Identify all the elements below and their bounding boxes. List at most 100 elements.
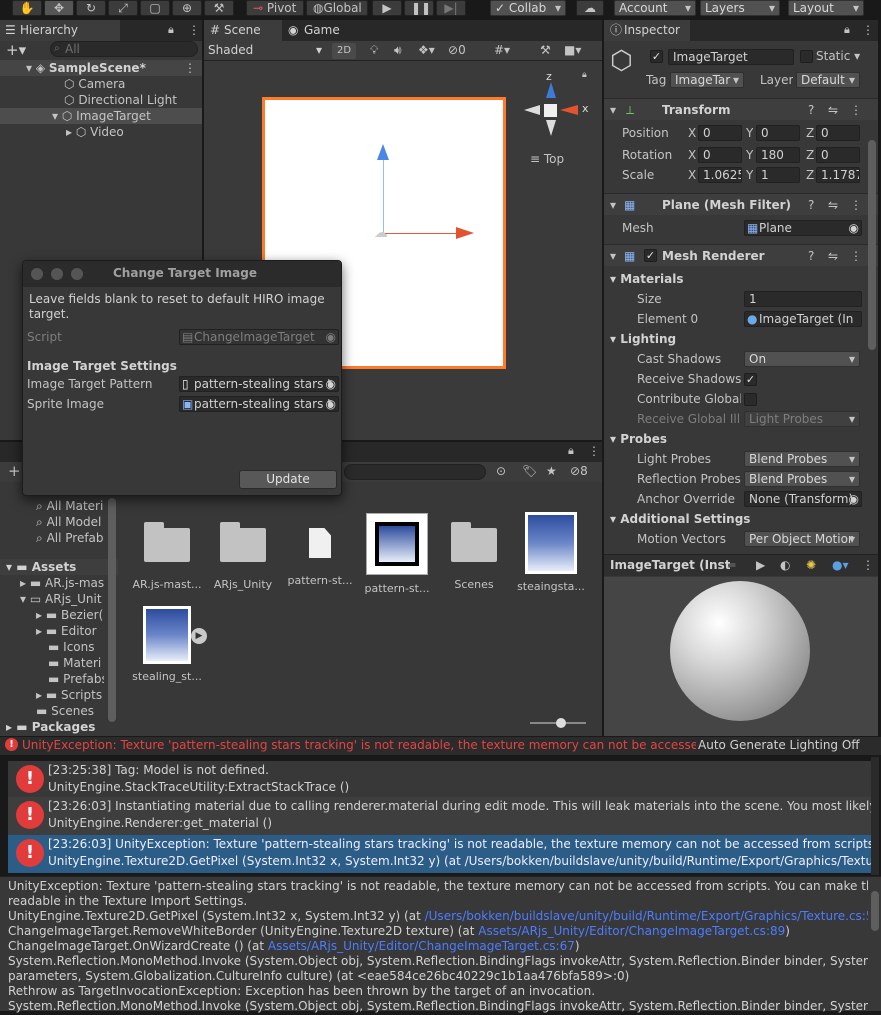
object-picker-icon[interactable]: ◉	[326, 377, 336, 391]
preview-light-icon[interactable]: ◐	[780, 558, 790, 572]
minimize-window-button[interactable]	[51, 268, 63, 280]
rotation-y-field[interactable]: 180	[756, 147, 800, 163]
move-tool-button[interactable]: ✥	[44, 0, 74, 16]
lighting-status[interactable]: Auto Generate Lighting Off	[698, 738, 860, 752]
tree-item[interactable]: ▾ ▭ ARjs_Unit	[0, 591, 104, 607]
menu-icon[interactable]: ⋮	[188, 23, 200, 37]
static-label[interactable]: Static ▾	[816, 49, 860, 63]
hierarchy-item-camera[interactable]: ⬡ Camera	[0, 76, 202, 92]
lighting-foldout[interactable]: ▾ Lighting	[610, 332, 676, 346]
object-name-field[interactable]: ImageTarget	[668, 49, 794, 65]
scale-x-field[interactable]: 1.0625	[698, 167, 742, 183]
status-error-message[interactable]: UnityException: Texture 'pattern-stealin…	[22, 738, 696, 752]
tab-hierarchy[interactable]: ☰ Hierarchy	[0, 20, 120, 41]
object-picker-icon[interactable]: ◉	[849, 221, 859, 235]
rect-tool-button[interactable]: ▢	[140, 0, 170, 16]
help-icon[interactable]: ?	[808, 194, 814, 216]
console-entry-selected[interactable]: ! [23:26:03] UnityException: Texture 'pa…	[8, 835, 873, 873]
asset-folder[interactable]: ARjs_Unity	[208, 520, 278, 591]
preset-icon[interactable]: ⇋	[828, 245, 838, 267]
thumbnail-size-slider[interactable]	[530, 718, 586, 728]
custom-tool-button[interactable]: ⚒	[204, 0, 234, 16]
tree-item[interactable]: ▸ ▬ Editor	[0, 623, 104, 639]
maximize-window-button[interactable]	[71, 268, 83, 280]
favorites-item[interactable]: ⌕ All Prefab	[0, 530, 118, 546]
stacktrace-link[interactable]: Assets/ARjs_Unity/Editor/ChangeImageTarg…	[268, 939, 575, 953]
menu-icon[interactable]: ⋮	[588, 444, 600, 458]
update-button[interactable]: Update	[239, 470, 337, 489]
preset-icon[interactable]: ⇋	[828, 194, 838, 216]
tree-item[interactable]: ▬ Prefabs	[0, 671, 104, 687]
project-search-input[interactable]	[344, 464, 486, 480]
orientation-gizmo[interactable]: z x 🔒︎	[522, 70, 592, 150]
preview-sphere-icon[interactable]: ●▾	[832, 558, 849, 572]
favorites-item[interactable]: ⌕ All Model	[0, 514, 118, 530]
y-axis-arrow-icon[interactable]	[377, 144, 389, 160]
slider-knob[interactable]	[556, 718, 566, 728]
tab-inspector[interactable]: ⓘ Inspector	[604, 20, 690, 41]
lock-icon[interactable]: 🔒︎	[168, 23, 174, 37]
transform-tool-button[interactable]: ⊕	[172, 0, 202, 16]
hidden-packages-icon[interactable]: ⊘8	[570, 464, 588, 478]
dialog-titlebar[interactable]: Change Target Image	[23, 261, 341, 287]
mesh-renderer-header[interactable]: ▾ ▦ ✓ Mesh Renderer ? ⇋ ⋮	[604, 244, 878, 266]
hand-tool-button[interactable]: ✋	[12, 0, 42, 16]
expand-sprite-button[interactable]: ▶	[191, 628, 207, 644]
receive-shadows-checkbox[interactable]: ✓	[744, 373, 757, 386]
tree-item[interactable]: ▬ Materi	[0, 655, 104, 671]
object-picker-icon[interactable]: ◉	[326, 397, 336, 411]
audio-toggle-icon[interactable]: 🔊︎	[394, 43, 402, 58]
tab-game[interactable]: ◉ Game	[284, 20, 354, 41]
help-icon[interactable]: ?	[808, 99, 814, 121]
additional-settings-foldout[interactable]: ▾ Additional Settings	[610, 512, 750, 526]
asset-folder[interactable]: AR.js-mast...	[132, 520, 202, 591]
preview-play-icon[interactable]: ▶	[756, 558, 765, 572]
rotate-tool-button[interactable]: ↻	[76, 0, 106, 16]
scale-y-field[interactable]: 1	[756, 167, 800, 183]
grid-toggle-icon[interactable]: #▾	[494, 43, 510, 57]
camera-dropdown-icon[interactable]: ■▾	[564, 43, 581, 57]
preview-drag-handle[interactable]: ═	[728, 558, 735, 572]
favorite-star-icon[interactable]: ★	[546, 464, 557, 478]
mesh-renderer-enabled-checkbox[interactable]: ✓	[644, 249, 657, 262]
element0-field[interactable]: ● ImageTarget (In	[744, 311, 862, 327]
collab-dropdown[interactable]: ✓ Collab	[490, 0, 566, 16]
tree-item[interactable]: ▬ Icons	[0, 639, 104, 655]
position-z-field[interactable]: 0	[816, 125, 860, 141]
search-by-type-icon[interactable]: ⊙	[496, 464, 506, 478]
global-toggle[interactable]: ◍Global	[306, 0, 368, 16]
step-button[interactable]: ▶|	[436, 0, 466, 16]
help-icon[interactable]: ?	[808, 245, 814, 267]
status-bar[interactable]: ! UnityException: Texture 'pattern-steal…	[0, 737, 881, 755]
tree-item[interactable]: ▸ ▬ AR.js-mas	[0, 575, 104, 591]
tab-scene[interactable]: # Scene	[204, 20, 282, 41]
hierarchy-item-directional-light[interactable]: ⬡ Directional Light	[0, 92, 202, 108]
position-x-field[interactable]: 0	[698, 125, 742, 141]
label-tag-icon[interactable]: 🏷︎	[522, 464, 537, 478]
asset-texture-selected[interactable]: pattern-st...	[362, 512, 432, 595]
project-add-button[interactable]: +	[8, 462, 21, 480]
menu-icon[interactable]: ⋮	[862, 23, 874, 37]
asset-file[interactable]: pattern-st...	[285, 520, 355, 587]
component-menu-icon[interactable]: ⋮	[850, 99, 862, 121]
preset-icon[interactable]: ⇋	[828, 99, 838, 121]
material-preview-sphere[interactable]	[670, 581, 810, 721]
play-button[interactable]: ▶	[372, 0, 402, 16]
2d-toggle[interactable]: 2D	[332, 43, 356, 59]
account-dropdown[interactable]: Account	[614, 0, 696, 16]
rotation-x-field[interactable]: 0	[698, 147, 742, 163]
mesh-filter-header[interactable]: ▾ ▦ Plane (Mesh Filter) ? ⇋ ⋮	[604, 193, 878, 215]
console-entry[interactable]: ! [23:25:38] Tag: Model is not defined. U…	[8, 761, 873, 799]
component-menu-icon[interactable]: ⋮	[850, 194, 862, 216]
tag-dropdown[interactable]: ImageTar	[670, 72, 744, 88]
tree-item[interactable]: ▸ ▬ Bezier(	[0, 607, 104, 623]
hierarchy-search-input[interactable]: ⌕ All	[50, 41, 198, 57]
lock-icon[interactable]: 🔒︎	[582, 70, 587, 80]
favorites-item[interactable]: ⌕ All Materi	[0, 498, 118, 514]
hierarchy-add-button[interactable]: +▾	[6, 41, 26, 59]
asset-texture[interactable]: steaingsta...	[516, 512, 586, 593]
detail-scrollbar[interactable]	[871, 891, 879, 931]
preview-menu-icon[interactable]: ⋮	[862, 558, 874, 572]
lock-icon[interactable]: 🔒︎	[568, 444, 574, 458]
scene-menu-icon[interactable]: ⋮	[184, 60, 196, 76]
